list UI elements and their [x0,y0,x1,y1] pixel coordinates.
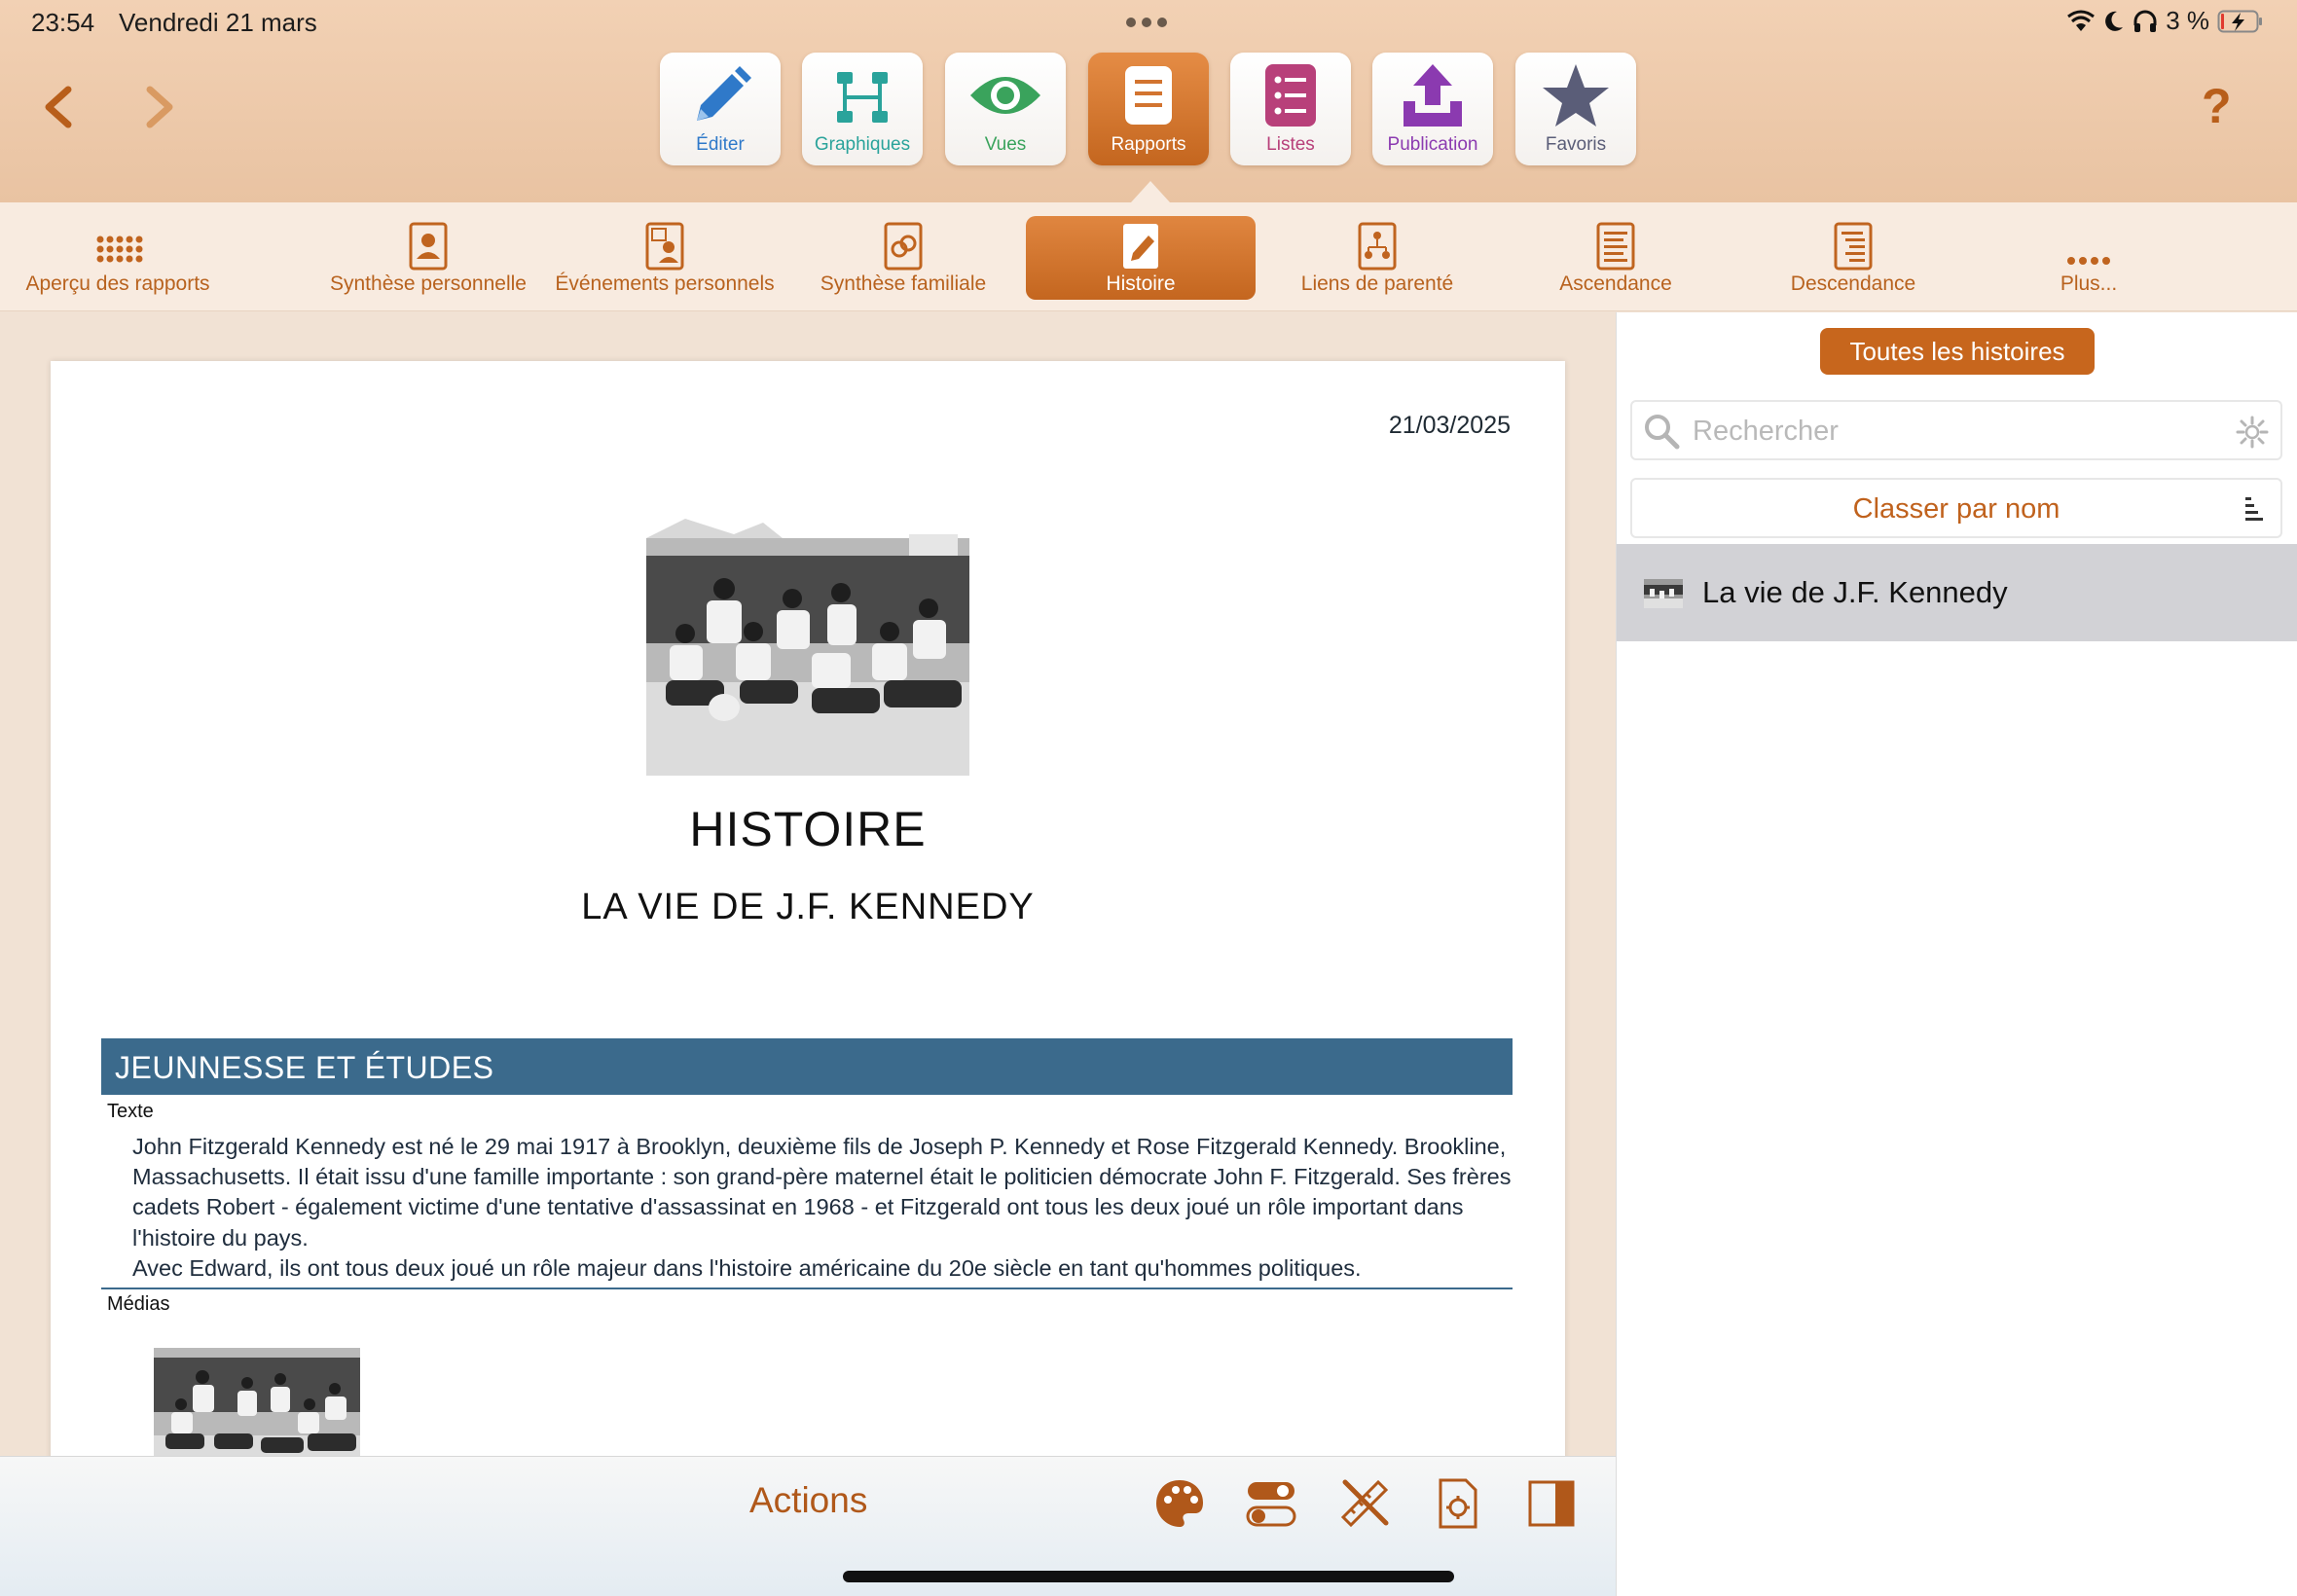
edit-tool-button[interactable]: Éditer [660,53,781,165]
report-document-icon [1125,66,1172,125]
toggle-settings-icon[interactable] [1244,1476,1298,1531]
headphones-icon [2133,10,2157,32]
help-button[interactable]: ? [2202,78,2232,134]
home-indicator[interactable] [843,1571,1454,1582]
lists-tool-label: Listes [1266,134,1315,155]
story-text: John Fitzgerald Kennedy est né le 29 mai… [132,1132,1514,1284]
tab-label: Histoire [1106,272,1176,295]
stories-sidebar: Toutes les histoires Classer par nom La … [1616,312,2297,1596]
tab-label: Plus... [2060,272,2118,295]
multitasking-dots[interactable] [1126,18,1167,27]
report-title: HISTOIRE [689,802,927,856]
active-tool-pointer [1131,181,1170,202]
tab-label: Descendance [1790,272,1916,295]
tab-label: Synthèse personnelle [330,272,527,295]
tab-family-summary[interactable]: Synthèse familiale [806,216,1001,300]
report-date: 21/03/2025 [1388,412,1511,439]
media-field-label: Médias [107,1293,170,1315]
charts-tool-label: Graphiques [814,134,911,155]
search-icon [1645,415,1680,450]
pencil-icon [697,66,751,121]
tab-report-overview[interactable]: Aperçu des rapports [0,216,236,300]
forward-arrow-icon[interactable] [128,78,187,136]
section-title: JEUNNESSE ET ÉTUDES [115,1050,494,1085]
report-tab-bar: Aperçu des rapports Synthèse personnelle… [0,202,2297,311]
family-photo [646,517,969,776]
charts-tool-button[interactable]: Graphiques [802,53,923,165]
report-page: 21/03/2025 HISTOIRE LA VIE DE J.F. KENNE… [51,361,1565,1456]
status-indicators: 3 % [2066,6,2264,36]
search-field[interactable] [1630,400,2282,460]
story-list-item[interactable]: La vie de J.F. Kennedy [1617,544,2297,641]
tab-personal-events[interactable]: Événements personnels [551,216,779,300]
palette-icon[interactable] [1152,1476,1207,1531]
text-field-label: Texte [107,1101,154,1122]
relationship-tree-icon [1358,222,1397,271]
more-dots-icon [2067,257,2110,265]
tab-story[interactable]: Histoire [1026,216,1256,300]
tab-more[interactable]: Plus... [2040,216,2137,300]
favorites-tool-button[interactable]: Favoris [1515,53,1636,165]
story-pencil-icon [1123,224,1158,269]
actions-button[interactable]: Actions [749,1480,867,1521]
tab-label: Ascendance [1559,272,1672,295]
calendar-person-icon [645,222,684,271]
upload-icon [1404,64,1462,127]
publish-tool-button[interactable]: Publication [1372,53,1493,165]
tab-descendancy[interactable]: Descendance [1775,216,1931,300]
publish-tool-label: Publication [1387,134,1478,155]
story-paragraph: John Fitzgerald Kennedy est né le 29 mai… [132,1134,1512,1251]
reports-tool-button[interactable]: Rapports [1088,53,1209,165]
star-icon [1543,64,1609,127]
sort-icon [2245,497,2263,521]
views-tool-button[interactable]: Vues [945,53,1066,165]
gear-icon[interactable] [2236,416,2269,449]
ancestry-list-icon [1596,222,1635,271]
person-document-icon [409,222,448,271]
back-arrow-icon[interactable] [31,78,90,136]
tab-personal-summary[interactable]: Synthèse personnelle [321,216,535,300]
top-toolbar: 23:54 Vendredi 21 mars 3 % Éditer Graphi… [0,0,2297,202]
tab-label: Synthèse familiale [820,272,987,295]
story-thumbnail [1644,579,1683,608]
ruler-pencil-icon[interactable] [1337,1476,1392,1531]
sort-label: Classer par nom [1852,493,2060,525]
favorites-tool-label: Favoris [1545,134,1607,155]
document-settings-icon[interactable] [1431,1476,1485,1531]
section-header: JEUNNESSE ET ÉTUDES [101,1038,1513,1095]
tab-label: Liens de parenté [1300,272,1454,295]
reports-tool-label: Rapports [1111,134,1186,155]
edit-tool-label: Éditer [696,134,745,155]
status-date: Vendredi 21 mars [119,8,317,37]
report-preview-area[interactable]: 21/03/2025 HISTOIRE LA VIE DE J.F. KENNE… [0,312,1616,1456]
descendancy-list-icon [1834,222,1873,271]
chart-tree-icon [837,72,888,123]
tab-label: Aperçu des rapports [25,272,210,295]
views-tool-label: Vues [984,134,1027,155]
status-time: 23:54 [31,8,95,37]
battery-charging-icon [2217,10,2262,32]
sidebar-toggle-icon[interactable] [1524,1476,1579,1531]
tab-relationships[interactable]: Liens de parenté [1294,216,1460,300]
battery-percent: 3 % [2166,6,2209,35]
search-input[interactable] [1693,412,2218,451]
rings-document-icon [884,222,923,271]
tab-label: Événements personnels [555,272,775,295]
story-title: La vie de J.F. Kennedy [1702,575,2008,609]
wifi-icon [2067,10,2096,31]
story-paragraph: Avec Edward, ils ont tous deux joué un r… [132,1254,1362,1281]
report-subtitle: LA VIE DE J.F. KENNEDY [581,887,1035,927]
moon-icon [2105,11,2124,31]
sort-button[interactable]: Classer par nom [1630,478,2282,538]
eye-icon [970,77,1040,114]
tab-ancestry[interactable]: Ascendance [1538,216,1694,300]
section-divider [101,1288,1513,1289]
media-photo-thumbnail[interactable] [154,1334,360,1456]
grid-icon [96,236,143,263]
list-icon [1265,64,1316,127]
all-stories-button[interactable]: Toutes les histoires [1820,328,2095,375]
lists-tool-button[interactable]: Listes [1230,53,1351,165]
